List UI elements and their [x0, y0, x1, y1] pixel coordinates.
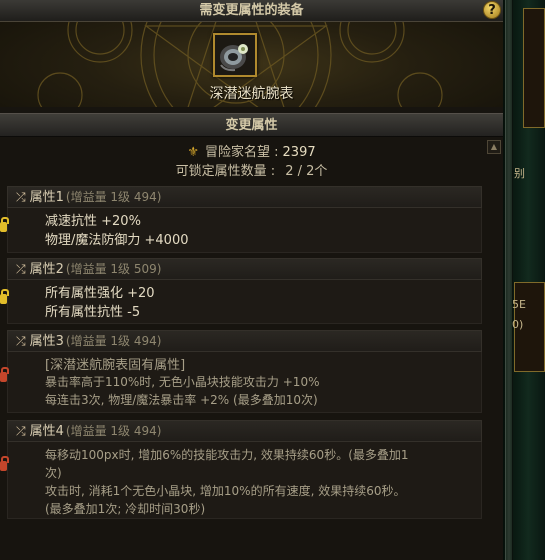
attribute-3-name: 属性3 — [29, 334, 64, 349]
shuffle-icon: ⤮ — [16, 190, 26, 204]
shuffle-icon: ⤮ — [16, 262, 26, 276]
lock-icon[interactable] — [0, 456, 9, 471]
attribute-1-name: 属性1 — [29, 190, 64, 205]
attribute-1-line-1: 减速抗性 +20% — [45, 214, 141, 229]
attribute-2-header[interactable]: ⤮ 属性2 (增益量 1级 509) — [7, 258, 482, 280]
change-attributes-panel: 变更属性 ▲ ⚜ 冒险家名望 :2397 可锁定属性数量 : 2 / 2个 ⤮ 属性… — [0, 107, 503, 560]
game-strip-scrollbar[interactable] — [505, 0, 513, 560]
lockable-attribute-count: 可锁定属性数量 : 2 / 2个 — [0, 163, 503, 181]
attribute-2-level: (增益量 1级 509) — [65, 262, 162, 276]
attribute-4-line-2: 次) — [45, 466, 62, 480]
item-name: 深潜迷航腕表 — [209, 86, 294, 102]
change-attributes-title: 变更属性 — [0, 113, 503, 137]
equipment-panel: 需变更属性的装备 ? 深潜迷航腕表 — [0, 0, 503, 107]
attribute-2-line-2: 所有属性抗性 -5 — [45, 305, 141, 320]
attribute-1-level: (增益量 1级 494) — [65, 190, 162, 204]
help-icon[interactable]: ? — [483, 1, 501, 19]
attribute-2-name: 属性2 — [29, 262, 64, 277]
attribute-4-header[interactable]: ⤮ 属性4 (增益量 1级 494) — [7, 420, 482, 442]
wristwatch-item-icon — [215, 35, 255, 75]
attribute-4-level: (增益量 1级 494) — [65, 424, 162, 438]
attribute-3-header[interactable]: ⤮ 属性3 (增益量 1级 494) — [7, 330, 482, 352]
attribute-4-line-3: 攻击时, 消耗1个无色小晶块, 增加10%的所有速度, 效果持续60秒。 — [45, 484, 406, 498]
game-strip-text-b: 5E — [512, 298, 526, 311]
adventurer-renown: ⚜ 冒险家名望 :2397 — [0, 144, 503, 162]
attribute-2-line-1: 所有属性强化 +20 — [45, 286, 155, 301]
attribute-3-line-1: [深潜迷航腕表固有属性] — [45, 358, 186, 373]
equipment-panel-title-text: 需变更属性的装备 — [199, 3, 304, 18]
attribute-3-line-3: 每连击3次, 物理/魔法暴击率 +2% (最多叠加10次) — [45, 393, 318, 407]
game-strip-frame — [523, 8, 545, 128]
lock-icon[interactable] — [0, 367, 9, 382]
attribute-3-level: (增益量 1级 494) — [65, 334, 162, 348]
shuffle-icon: ⤮ — [16, 334, 26, 348]
lockable-count-value: 2 / 2个 — [285, 164, 328, 179]
attribute-1-line-2: 物理/魔法防御力 +4000 — [45, 233, 189, 248]
renown-label: 冒险家名望 : — [205, 145, 279, 160]
shuffle-icon: ⤮ — [16, 424, 26, 438]
attribute-1-header[interactable]: ⤮ 属性1 (增益量 1级 494) — [7, 186, 482, 208]
change-attributes-title-text: 变更属性 — [225, 118, 278, 133]
lockable-count-label: 可锁定属性数量 : — [175, 164, 276, 179]
game-strip-text-a: 别 — [514, 167, 525, 180]
attribute-4-name: 属性4 — [29, 424, 64, 439]
lock-icon[interactable] — [0, 217, 9, 232]
attribute-4-line-1: 每移动100px时, 增加6%的技能攻击力, 效果持续60秒。(最多叠加1 — [45, 448, 409, 462]
renown-value: 2397 — [282, 145, 316, 160]
game-strip-text-c: 0) — [512, 318, 524, 331]
item-slot[interactable] — [213, 33, 257, 77]
lock-icon[interactable] — [0, 289, 9, 304]
attribute-3-line-2: 暴击率高于110%时, 无色小晶块技能攻击力 +10% — [45, 375, 320, 389]
attribute-4-line-4: (最多叠加1次; 冷却时间30秒) — [45, 502, 206, 516]
renown-crest-icon: ⚜ — [187, 145, 200, 160]
equipment-panel-title: 需变更属性的装备 — [0, 0, 503, 22]
